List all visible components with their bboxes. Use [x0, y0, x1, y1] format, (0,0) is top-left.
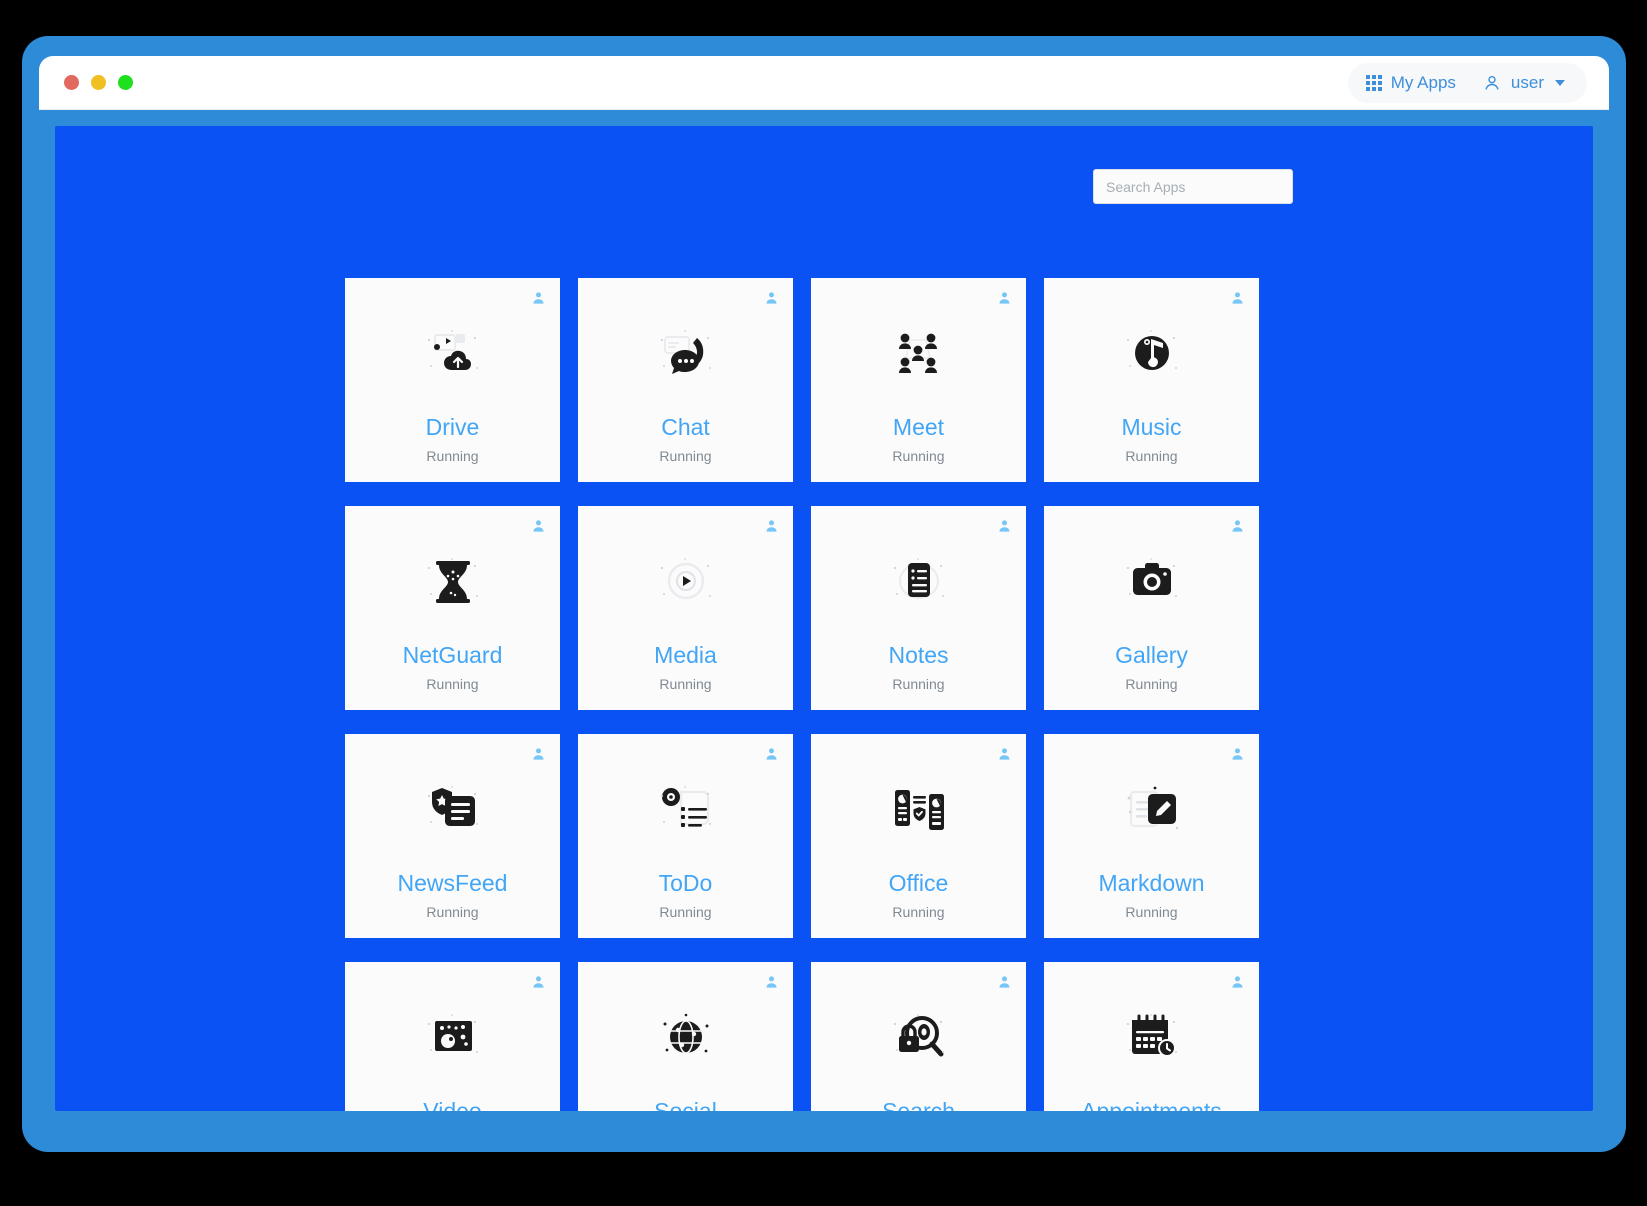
user-badge-icon [764, 518, 779, 534]
window-maximize-button[interactable] [118, 75, 133, 90]
app-card-status: Running [892, 904, 945, 920]
app-card-newsfeed[interactable]: NewsFeed Running [345, 734, 560, 938]
app-card-title: Search [882, 1098, 955, 1112]
user-badge-icon [764, 746, 779, 762]
camera-icon [1121, 554, 1183, 606]
app-card-title: Social [654, 1098, 717, 1112]
app-card-netguard[interactable]: NetGuard Running [345, 506, 560, 710]
app-card-title: Office [888, 870, 949, 896]
app-card-gallery[interactable]: Gallery Running [1044, 506, 1259, 710]
user-badge-icon [1230, 746, 1245, 762]
user-badge-icon [997, 518, 1012, 534]
app-card-title: Gallery [1115, 642, 1188, 668]
browser-window-frame: My Apps user Search Apps Drive Running C… [22, 36, 1626, 1152]
note-document-icon [888, 554, 950, 606]
user-badge-icon [997, 746, 1012, 762]
nav-user-menu[interactable]: user [1474, 73, 1573, 93]
app-card-title: ToDo [658, 870, 713, 896]
page-root: My Apps user Search Apps Drive Running C… [0, 0, 1647, 1206]
user-badge-icon [764, 290, 779, 306]
nav-my-apps-label: My Apps [1390, 72, 1456, 92]
cloud-upload-icon [422, 326, 484, 378]
app-card-status: Running [426, 676, 479, 692]
user-badge-icon [1230, 974, 1245, 990]
app-card-todo[interactable]: ToDo Running [578, 734, 793, 938]
app-card-social[interactable]: SocialRunning [578, 962, 793, 1111]
calendar-clock-icon [1121, 1010, 1183, 1062]
nav-user-label: user [1510, 72, 1544, 92]
app-viewport: Drive Running Chat Running Meet Running [55, 126, 1593, 1111]
user-badge-icon [531, 746, 546, 762]
app-card-status: Running [659, 904, 712, 920]
grid-apps-icon [1365, 74, 1382, 91]
news-shield-icon [422, 782, 484, 834]
app-card-chat[interactable]: Chat Running [578, 278, 793, 482]
window-minimize-button[interactable] [91, 75, 106, 90]
app-card-status: Running [1125, 904, 1178, 920]
app-card-title: Appointments [1081, 1098, 1222, 1112]
user-badge-icon [531, 974, 546, 990]
user-outline-icon [1485, 75, 1499, 90]
user-badge-icon [997, 290, 1012, 306]
devices-docs-icon [888, 782, 950, 834]
app-card-video[interactable]: VideoRunning [345, 962, 560, 1111]
chevron-down-icon [1555, 79, 1565, 86]
app-card-drive[interactable]: Drive Running [345, 278, 560, 482]
user-badge-icon [1230, 518, 1245, 534]
user-badge-icon [531, 518, 546, 534]
people-network-icon [888, 326, 950, 378]
app-card-notes[interactable]: Notes Running [811, 506, 1026, 710]
app-card-title: Media [654, 642, 717, 668]
app-card-appointments[interactable]: AppointmentsRunning [1044, 962, 1259, 1111]
play-circle-icon [655, 554, 717, 606]
app-card-title: Meet [892, 414, 945, 440]
app-card-title: Video [423, 1098, 482, 1112]
app-card-title: Markdown [1098, 870, 1205, 896]
apps-grid: Drive Running Chat Running Meet Running [345, 278, 1259, 1111]
user-badge-icon [531, 290, 546, 306]
app-card-title: NetGuard [402, 642, 503, 668]
lock-magnifier-icon [888, 1010, 950, 1062]
titlebar-nav: My Apps user [1347, 62, 1587, 103]
app-card-music[interactable]: Music Running [1044, 278, 1259, 482]
app-card-title: Chat [661, 414, 710, 440]
app-card-title: Notes [888, 642, 949, 668]
browser-titlebar: My Apps user [39, 56, 1609, 110]
app-card-markdown[interactable]: Markdown Running [1044, 734, 1259, 938]
app-card-status: Running [659, 448, 712, 464]
video-frame-icon [422, 1010, 484, 1062]
user-badge-icon [1230, 290, 1245, 306]
app-card-media[interactable]: Media Running [578, 506, 793, 710]
checklist-icon [655, 782, 717, 834]
user-badge-icon [764, 974, 779, 990]
app-card-status: Running [426, 904, 479, 920]
window-traffic-lights [64, 75, 133, 90]
app-card-title: Music [1121, 414, 1182, 440]
app-card-status: Running [1125, 448, 1178, 464]
search-row [55, 169, 1593, 204]
chat-bubble-icon [655, 326, 717, 378]
music-note-icon [1121, 326, 1183, 378]
app-card-meet[interactable]: Meet Running [811, 278, 1026, 482]
window-close-button[interactable] [64, 75, 79, 90]
app-card-title: Drive [425, 414, 480, 440]
globe-network-icon [655, 1010, 717, 1062]
app-card-status: Running [892, 676, 945, 692]
hourglass-icon [422, 554, 484, 606]
app-card-status: Running [1125, 676, 1178, 692]
nav-my-apps[interactable]: My Apps [1358, 73, 1464, 93]
app-card-status: Running [426, 448, 479, 464]
app-card-status: Running [892, 448, 945, 464]
user-badge-icon [997, 974, 1012, 990]
app-card-search[interactable]: SearchRunning [811, 962, 1026, 1111]
search-input[interactable] [1093, 169, 1293, 204]
app-card-title: NewsFeed [397, 870, 508, 896]
app-card-status: Running [659, 676, 712, 692]
app-card-office[interactable]: Office Running [811, 734, 1026, 938]
pencil-document-icon [1121, 782, 1183, 834]
